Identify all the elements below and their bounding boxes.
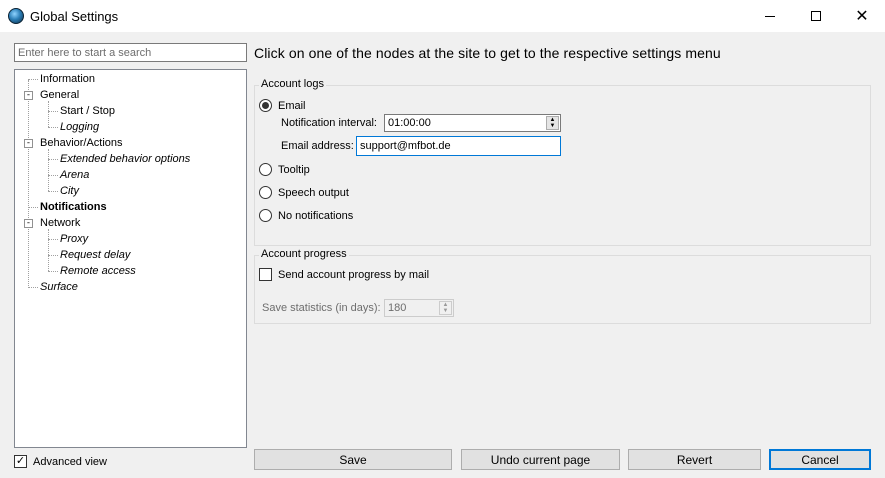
radio-icon xyxy=(259,209,272,222)
spin-down-icon[interactable]: ▼ xyxy=(440,308,451,314)
maximize-icon xyxy=(811,11,821,21)
tree-item-notifications[interactable]: Notifications xyxy=(40,199,107,215)
notification-interval-field[interactable]: 01:00:00 ▲ ▼ xyxy=(384,114,561,132)
send-progress-checkbox[interactable]: Send account progress by mail xyxy=(259,268,429,281)
advanced-view-checkbox[interactable]: ✓ Advanced view xyxy=(14,455,107,468)
advanced-view-label: Advanced view xyxy=(33,455,107,468)
spin-down-icon[interactable]: ▼ xyxy=(547,123,558,129)
notification-interval-label: Notification interval: xyxy=(281,117,377,129)
tree-item-request-delay[interactable]: Request delay xyxy=(60,247,130,263)
minimize-button[interactable] xyxy=(747,0,793,32)
email-address-label: Email address: xyxy=(281,140,354,152)
close-button[interactable]: ✕ xyxy=(839,0,885,32)
maximize-button[interactable] xyxy=(793,0,839,32)
save-button[interactable]: Save xyxy=(254,449,452,470)
tree-guide-line xyxy=(48,191,58,192)
minimize-icon xyxy=(765,15,775,17)
save-statistics-field[interactable]: 180 ▲ ▼ xyxy=(384,299,454,317)
tree-item-extended-behavior-options[interactable]: Extended behavior options xyxy=(60,151,190,167)
save-statistics-label: Save statistics (in days): xyxy=(262,302,381,314)
email-radio[interactable]: Email xyxy=(259,99,306,112)
collapse-icon[interactable]: - xyxy=(24,91,33,100)
speech-output-radio-label: Speech output xyxy=(278,186,349,199)
tree-item-proxy[interactable]: Proxy xyxy=(60,231,88,247)
settings-tree[interactable]: - - - Information General Start / Stop L… xyxy=(14,69,247,448)
tree-guide-line xyxy=(48,127,58,128)
radio-icon xyxy=(259,186,272,199)
tree-item-surface[interactable]: Surface xyxy=(40,279,78,295)
email-radio-label: Email xyxy=(278,99,306,112)
revert-button[interactable]: Revert xyxy=(628,449,761,470)
title-bar[interactable]: Global Settings ✕ xyxy=(0,0,885,32)
undo-current-page-button[interactable]: Undo current page xyxy=(461,449,620,470)
collapse-icon[interactable]: - xyxy=(24,139,33,148)
no-notifications-radio-label: No notifications xyxy=(278,209,354,222)
close-icon: ✕ xyxy=(855,6,869,25)
tree-guide-line xyxy=(28,80,29,288)
speech-output-radio[interactable]: Speech output xyxy=(259,186,349,199)
instruction-text: Click on one of the nodes at the site to… xyxy=(254,45,721,61)
statistics-spinner-buttons[interactable]: ▲ ▼ xyxy=(439,301,452,315)
account-progress-title: Account progress xyxy=(259,248,349,260)
tree-item-general[interactable]: General xyxy=(40,87,79,103)
tree-guide-line xyxy=(28,207,38,208)
tree-guide-line xyxy=(48,255,58,256)
tree-guide-line xyxy=(48,229,49,271)
tree-item-behavior-actions[interactable]: Behavior/Actions xyxy=(40,135,123,151)
cancel-button[interactable]: Cancel xyxy=(769,449,871,470)
account-logs-title: Account logs xyxy=(259,78,326,90)
collapse-icon[interactable]: - xyxy=(24,219,33,228)
tree-guide-line xyxy=(48,175,58,176)
global-settings-window: Global Settings ✕ Click on one of the no… xyxy=(0,0,885,478)
tree-guide-line xyxy=(48,159,58,160)
tree-item-logging[interactable]: Logging xyxy=(60,119,99,135)
tree-item-remote-access[interactable]: Remote access xyxy=(60,263,136,279)
tree-guide-line xyxy=(28,79,38,80)
radio-selected-dot xyxy=(262,102,269,109)
tree-guide-line xyxy=(48,149,49,191)
tree-item-arena[interactable]: Arena xyxy=(60,167,89,183)
tree-guide-line xyxy=(48,101,49,127)
tree-item-information[interactable]: Information xyxy=(40,71,95,87)
no-notifications-radio[interactable]: No notifications xyxy=(259,209,353,222)
email-address-input[interactable]: support@mfbot.de xyxy=(356,136,561,156)
radio-icon xyxy=(259,99,272,112)
tree-guide-line xyxy=(48,239,58,240)
tree-guide-line xyxy=(48,271,58,272)
window-title: Global Settings xyxy=(30,9,119,24)
notification-interval-value: 01:00:00 xyxy=(388,117,431,129)
tooltip-radio[interactable]: Tooltip xyxy=(259,163,310,176)
email-address-value: support@mfbot.de xyxy=(360,140,451,152)
radio-icon xyxy=(259,163,272,176)
save-statistics-value: 180 xyxy=(388,302,407,314)
app-logo-icon xyxy=(8,8,24,24)
tree-guide-line xyxy=(28,287,38,288)
tree-item-network[interactable]: Network xyxy=(40,215,80,231)
tree-guide-line xyxy=(48,111,58,112)
interval-spinner-buttons[interactable]: ▲ ▼ xyxy=(546,116,559,130)
search-input[interactable] xyxy=(14,43,247,62)
send-progress-label: Send account progress by mail xyxy=(278,268,430,281)
tooltip-radio-label: Tooltip xyxy=(278,163,310,176)
checkbox-icon xyxy=(259,268,272,281)
tree-item-start-stop[interactable]: Start / Stop xyxy=(60,103,115,119)
checkmark-icon: ✓ xyxy=(14,455,27,468)
tree-item-city[interactable]: City xyxy=(60,183,79,199)
